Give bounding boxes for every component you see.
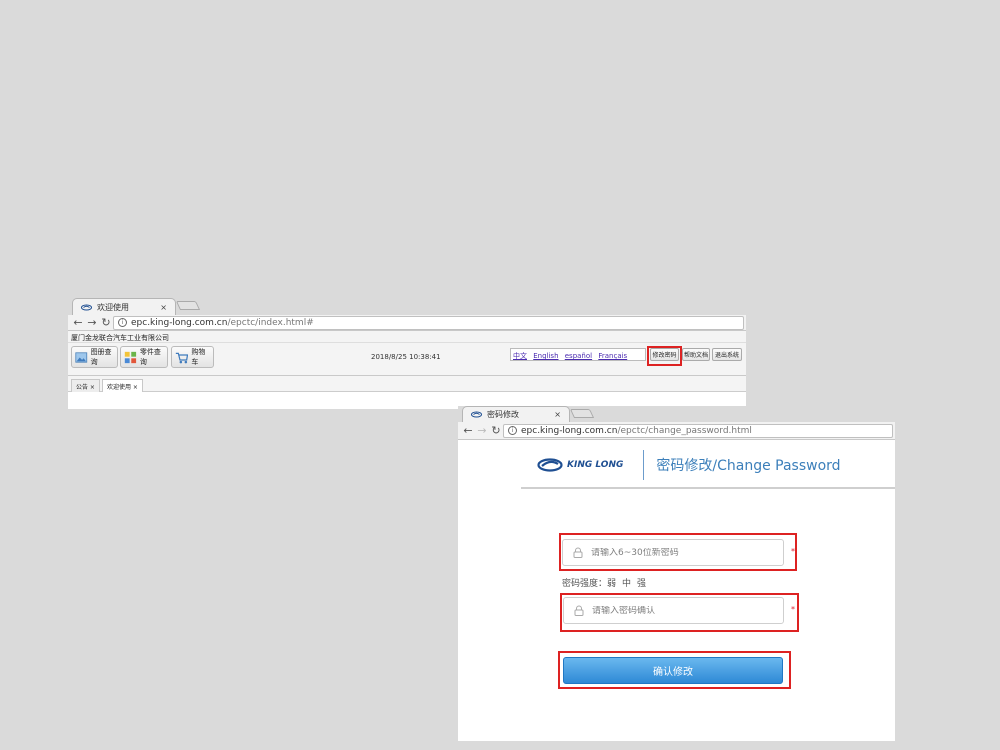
cart-button[interactable]: 购物车	[171, 346, 214, 368]
header-divider	[643, 449, 645, 480]
browser-window-main: 欢迎使用 × ← → ↻ i epc.king-long.com.cn/epct…	[68, 298, 746, 409]
lang-english[interactable]: English	[533, 352, 558, 360]
parts-query-button[interactable]: 零件查询	[120, 346, 168, 368]
reload-icon[interactable]: ↻	[99, 316, 113, 329]
logo-text: KING LONG	[567, 459, 624, 470]
language-selector: 中文 English español Français	[510, 348, 646, 361]
cart-label: 购物车	[191, 348, 206, 366]
page-header: KING LONG 密码修改/Change Password	[521, 442, 895, 489]
king-long-favicon-icon	[471, 411, 482, 418]
back-arrow-icon[interactable]: ←	[71, 316, 85, 329]
browser-window-change-password: 密码修改 × ← → ↻ i epc.king-long.com.cn/epct…	[458, 406, 895, 741]
king-long-favicon-icon	[81, 304, 92, 310]
cart-icon	[175, 352, 189, 363]
info-icon[interactable]: i	[508, 426, 517, 435]
strength-medium: 中	[622, 579, 632, 589]
browser-tab-change-password[interactable]: 密码修改 ×	[462, 406, 570, 422]
help-docs-button[interactable]: 帮助文档	[682, 348, 710, 361]
king-long-logo-icon	[537, 457, 563, 472]
url-input[interactable]: i epc.king-long.com.cn/epctc/index.html#	[113, 315, 744, 330]
tab-announcement[interactable]: 公告 ×	[71, 379, 100, 392]
strength-weak: 弱	[607, 579, 617, 589]
forward-arrow-icon[interactable]: →	[475, 424, 489, 437]
tab-close-icon[interactable]: ×	[554, 410, 561, 419]
current-datetime: 2018/8/25 10:38:41	[371, 353, 441, 361]
highlight-confirm-password	[560, 593, 799, 632]
url-domain: epc.king-long.com.cn	[521, 425, 618, 436]
lang-chinese[interactable]: 中文	[513, 352, 527, 360]
parts-grid-icon	[124, 351, 137, 363]
lang-french[interactable]: Français	[598, 352, 627, 360]
password-strength: 密码强度：弱中强	[562, 576, 652, 589]
new-tab-button[interactable]	[569, 409, 595, 418]
tab-close-icon[interactable]: ×	[160, 303, 167, 312]
lang-spanish[interactable]: español	[565, 352, 592, 360]
drawing-query-label: 图册查询	[90, 348, 112, 366]
forward-arrow-icon[interactable]: →	[85, 316, 99, 329]
url-path: /epctc/change_password.html	[617, 425, 752, 436]
browser-tab-welcome[interactable]: 欢迎使用 ×	[72, 298, 176, 315]
address-bar-row: ← → ↻ i epc.king-long.com.cn/epctc/chang…	[458, 422, 895, 440]
strength-strong: 强	[637, 579, 647, 589]
browser-tabbar: 密码修改 ×	[458, 406, 895, 422]
highlight-change-password	[647, 346, 682, 366]
king-long-logo: KING LONG	[537, 457, 624, 472]
url-input[interactable]: i epc.king-long.com.cn/epctc/change_pass…	[503, 423, 893, 438]
browser-tab-title: 密码修改	[487, 410, 519, 419]
strength-label: 密码强度：	[562, 579, 608, 589]
company-name: 厦门金龙联合汽车工业有限公司	[68, 331, 746, 343]
app-toolbar: 图册查询 零件查询 购物车 2018/8/25 10:38:41 中文 Engl…	[68, 343, 746, 376]
logout-button[interactable]: 退出系统	[712, 348, 742, 361]
picture-icon	[75, 351, 88, 363]
new-tab-button[interactable]	[175, 301, 201, 310]
highlight-submit	[558, 651, 791, 689]
address-bar-row: ← → ↻ i epc.king-long.com.cn/epctc/index…	[68, 315, 746, 331]
info-icon[interactable]: i	[118, 318, 127, 327]
url-domain: epc.king-long.com.cn	[131, 317, 228, 328]
parts-query-label: 零件查询	[139, 348, 161, 366]
page-tabs: 公告 × 欢迎使用 ×	[68, 376, 746, 392]
url-path: /epctc/index.html#	[227, 317, 314, 328]
browser-tab-title: 欢迎使用	[97, 302, 129, 312]
tab-welcome[interactable]: 欢迎使用 ×	[102, 379, 143, 392]
highlight-new-password	[559, 533, 797, 571]
reload-icon[interactable]: ↻	[489, 424, 503, 437]
drawing-query-button[interactable]: 图册查询	[71, 346, 118, 368]
page-title: 密码修改/Change Password	[656, 457, 841, 474]
back-arrow-icon[interactable]: ←	[461, 424, 475, 437]
browser-tabbar: 欢迎使用 ×	[68, 298, 746, 315]
